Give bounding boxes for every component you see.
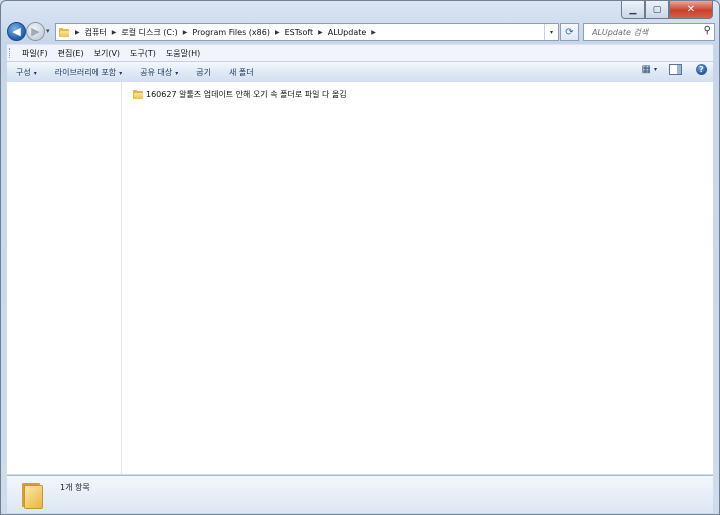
- breadcrumb-estsoft[interactable]: ESTsoft: [282, 28, 317, 37]
- search-input[interactable]: [590, 26, 698, 38]
- new-folder-button[interactable]: 새 폴더: [220, 67, 263, 78]
- views-dropdown-button[interactable]: ▾: [654, 66, 657, 73]
- include-in-library-label: 라이브러리에 포함: [54, 67, 117, 77]
- share-with-button[interactable]: 공유 대상 ▾: [131, 67, 187, 78]
- address-dropdown-button[interactable]: ▾: [544, 24, 558, 40]
- folder-icon: [133, 89, 143, 99]
- details-pane: 1개 항목: [7, 475, 713, 513]
- new-folder-label: 새 폴더: [228, 67, 254, 77]
- forward-button[interactable]: ▶: [26, 22, 45, 41]
- breadcrumb-arrow-icon[interactable]: ▶: [316, 29, 325, 36]
- help-icon[interactable]: ?: [696, 64, 707, 75]
- chevron-down-icon: ▾: [175, 69, 179, 77]
- breadcrumb-alupdate[interactable]: ALUpdate: [325, 28, 370, 37]
- share-with-label: 공유 대상: [140, 67, 173, 77]
- minimize-button[interactable]: ▁: [621, 1, 645, 19]
- command-bar: 구성 ▾ 라이브러리에 포함 ▾ 공유 대상 ▾ 굽기 새 폴더 ▦ ▾ ?: [7, 61, 713, 83]
- file-name: 160627 알툴즈 업데이트 안해 오기 속 폴더로 파일 다 옮김: [146, 89, 347, 99]
- breadcrumb-arrow-icon[interactable]: ▶: [110, 29, 119, 36]
- file-list[interactable]: 160627 알툴즈 업데이트 안해 오기 속 폴더로 파일 다 옮김: [122, 82, 713, 474]
- command-bar-right: ▦ ▾ ?: [642, 64, 707, 75]
- address-bar[interactable]: ▶ 컴퓨터 ▶ 로컬 디스크 (C:) ▶ Program Files (x86…: [55, 23, 559, 41]
- address-row: ◀ ▶ ▾ ▶ 컴퓨터 ▶ 로컬 디스크 (C:) ▶ Program File…: [7, 22, 715, 42]
- caption-buttons: ▁ ▢ ✕: [621, 1, 713, 19]
- list-item[interactable]: 160627 알툴즈 업데이트 안해 오기 속 폴더로 파일 다 옮김: [133, 87, 347, 101]
- breadcrumb-local-disk[interactable]: 로컬 디스크 (C:): [118, 27, 180, 38]
- menu-edit[interactable]: 편집(E): [53, 48, 89, 59]
- breadcrumb-arrow-icon[interactable]: ▶: [181, 29, 190, 36]
- item-count: 1개 항목: [60, 483, 90, 492]
- menu-help[interactable]: 도움말(H): [161, 48, 205, 59]
- navigation-pane[interactable]: [7, 82, 122, 474]
- maximize-button[interactable]: ▢: [645, 1, 669, 19]
- menu-tools[interactable]: 도구(T): [125, 48, 161, 59]
- close-button[interactable]: ✕: [669, 1, 713, 19]
- menu-bar: 파일(F) 편집(E) 보기(V) 도구(T) 도움말(H): [7, 44, 713, 61]
- breadcrumb-arrow-icon[interactable]: ▶: [273, 29, 282, 36]
- chevron-down-icon: ▾: [119, 69, 123, 77]
- breadcrumb-arrow-icon[interactable]: ▶: [369, 29, 378, 36]
- search-box: ⚲: [583, 23, 715, 41]
- burn-button[interactable]: 굽기: [187, 67, 220, 78]
- breadcrumb-arrow-icon[interactable]: ▶: [73, 29, 82, 36]
- menu-file[interactable]: 파일(F): [17, 48, 53, 59]
- back-button[interactable]: ◀: [7, 22, 26, 41]
- include-in-library-button[interactable]: 라이브러리에 포함 ▾: [46, 67, 131, 78]
- organize-label: 구성: [16, 67, 31, 77]
- preview-pane-icon[interactable]: [669, 64, 682, 75]
- organize-button[interactable]: 구성 ▾: [7, 67, 46, 78]
- breadcrumb-program-files[interactable]: Program Files (x86): [189, 28, 273, 37]
- folder-icon: [59, 27, 69, 37]
- explorer-window: ▁ ▢ ✕ ◀ ▶ ▾ ▶ 컴퓨터 ▶ 로컬 디스크 (C:) ▶ Progra…: [0, 0, 720, 515]
- refresh-button[interactable]: ⟳: [560, 23, 579, 41]
- chevron-down-icon: ▾: [33, 69, 37, 77]
- burn-label: 굽기: [196, 67, 211, 77]
- menu-grip-icon: [9, 48, 13, 58]
- breadcrumb-computer[interactable]: 컴퓨터: [82, 27, 110, 38]
- recent-pages-chevron-icon[interactable]: ▾: [46, 27, 50, 35]
- menu-view[interactable]: 보기(V): [89, 48, 125, 59]
- views-icon[interactable]: ▦: [642, 64, 652, 75]
- folder-icon: [20, 480, 44, 508]
- breadcrumb: ▶ 컴퓨터 ▶ 로컬 디스크 (C:) ▶ Program Files (x86…: [73, 27, 378, 38]
- search-icon[interactable]: ⚲: [704, 25, 711, 36]
